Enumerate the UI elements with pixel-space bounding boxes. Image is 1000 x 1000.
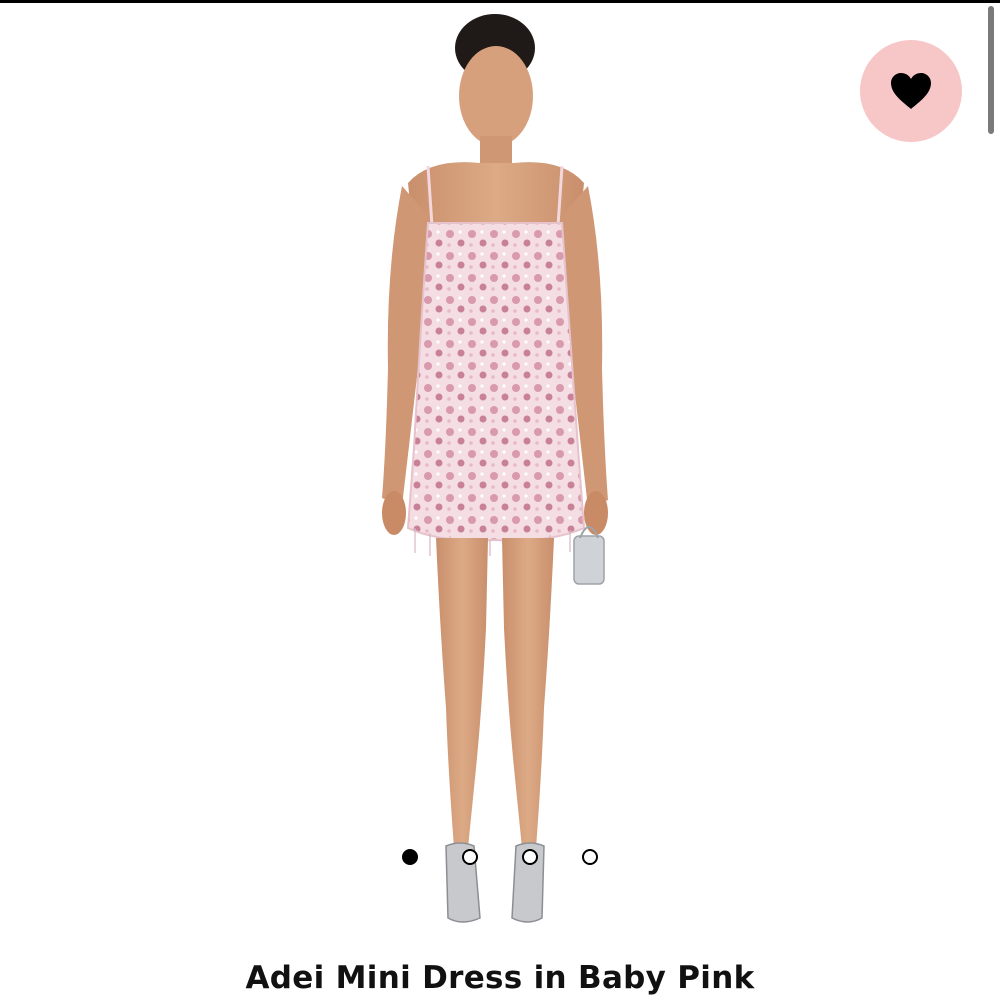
favorite-button[interactable] [860,40,962,142]
product-image[interactable] [290,8,710,948]
product-page: Adei Mini Dress in Baby Pink [0,0,1000,1000]
product-title: Adei Mini Dress in Baby Pink [245,960,755,996]
gallery-pagination [402,846,598,868]
gallery-dot-2[interactable] [462,849,478,865]
gallery-dot-4[interactable] [582,849,598,865]
scrollbar[interactable] [988,6,994,134]
top-border [0,0,1000,3]
gallery-dot-1[interactable] [402,849,418,865]
gallery-dot-3[interactable] [522,849,538,865]
heart-icon [891,73,931,109]
